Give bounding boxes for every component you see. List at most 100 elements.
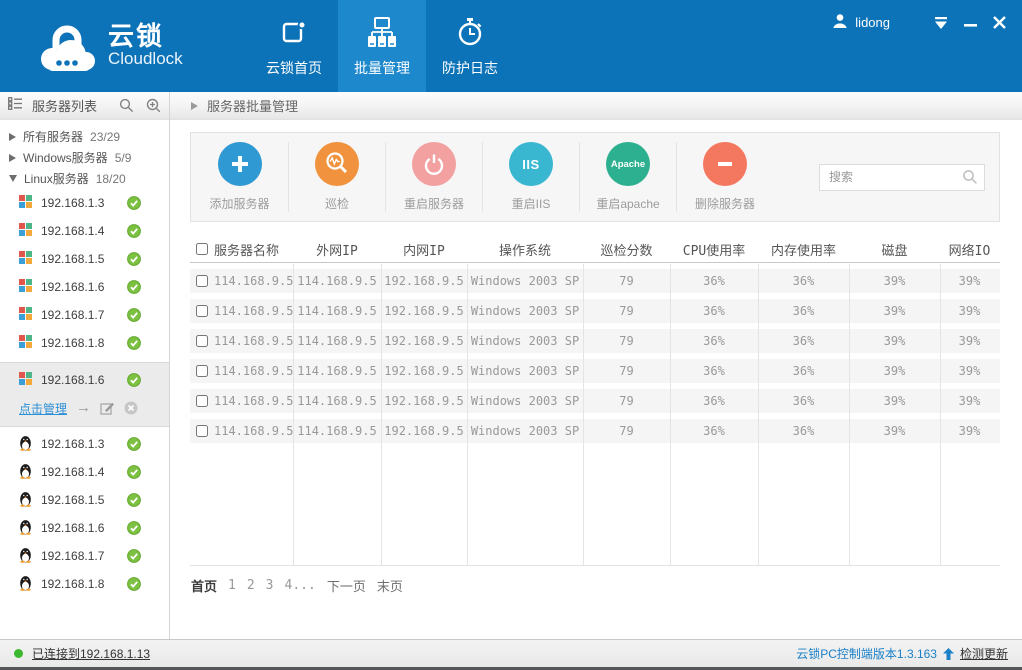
group-count: 18/20 — [96, 172, 126, 186]
server-list-item[interactable]: 192.168.1.7 — [0, 542, 169, 570]
online-check-icon — [127, 224, 141, 238]
server-ip: 192.168.1.4 — [41, 224, 104, 238]
stopwatch-icon — [456, 14, 484, 50]
username: lidong — [855, 15, 890, 30]
brand-title: 云锁 — [108, 23, 183, 49]
restart-iis-button[interactable]: IIS 重启IIS — [482, 142, 579, 212]
server-list-item[interactable]: 192.168.1.8 — [0, 570, 169, 598]
windows-logo-icon — [19, 372, 32, 388]
batch-servers-icon — [366, 14, 398, 50]
server-ip: 192.168.1.6 — [41, 373, 104, 387]
page-number[interactable]: 2 — [247, 578, 255, 593]
update-arrow-icon — [943, 648, 954, 660]
column-header: 网络IO — [940, 240, 999, 259]
linux-tux-icon — [19, 547, 32, 566]
expanded-arrow-icon — [9, 175, 17, 182]
close-button[interactable] — [993, 16, 1006, 29]
check-update-link[interactable]: 检测更新 — [960, 645, 1008, 662]
linux-tux-icon — [19, 575, 32, 594]
tree-group-windows-servers[interactable]: Windows服务器 5/9 — [0, 147, 169, 168]
select-all-checkbox[interactable] — [196, 243, 208, 255]
remove-server-icon[interactable] — [124, 401, 138, 415]
windows-logo-icon — [19, 195, 32, 211]
top-header: 云锁 Cloudlock 云锁首页 — [0, 0, 1022, 92]
tab-batch-label: 批量管理 — [354, 58, 410, 78]
tab-batch-management[interactable]: 批量管理 — [338, 0, 426, 92]
delete-server-button[interactable]: 删除服务器 — [676, 142, 773, 212]
server-list-item-selected[interactable]: 192.168.1.6 — [0, 366, 169, 394]
server-list-item[interactable]: 192.168.1.5 — [0, 486, 169, 514]
page-first-button[interactable]: 首页 — [191, 576, 217, 595]
page-number[interactable]: 4... — [285, 578, 316, 593]
row-checkbox[interactable] — [196, 335, 208, 347]
list-icon — [8, 97, 23, 115]
server-actions-row: 点击管理 → — [0, 394, 169, 422]
online-check-icon — [127, 437, 141, 451]
linux-tux-icon — [19, 463, 32, 482]
windows-logo-icon — [19, 307, 32, 323]
minimize-button[interactable] — [964, 16, 977, 29]
server-ip: 192.168.1.7 — [41, 549, 104, 563]
table-row[interactable]: 114.168.9.5 114.168.9.5 192.168.9.5 Wind… — [190, 359, 1000, 383]
page-title: 服务器批量管理 — [207, 96, 298, 115]
table-row[interactable]: 114.168.9.5 114.168.9.5 192.168.9.5 Wind… — [190, 419, 1000, 443]
table-row[interactable]: 114.168.9.5 114.168.9.5 192.168.9.5 Wind… — [190, 299, 1000, 323]
online-check-icon — [127, 336, 141, 350]
server-list-item[interactable]: 192.168.1.4 — [0, 217, 169, 245]
search-icon[interactable] — [962, 169, 978, 185]
column-header: CPU使用率 — [670, 240, 758, 259]
server-list-item[interactable]: 192.168.1.6 — [0, 514, 169, 542]
user-menu[interactable]: lidong — [832, 13, 890, 32]
app-window: 云锁 Cloudlock 云锁首页 — [0, 0, 1022, 670]
inspect-magnifier-icon — [315, 142, 359, 186]
server-ip: 192.168.1.8 — [41, 336, 104, 350]
server-list-item[interactable]: 192.168.1.4 — [0, 458, 169, 486]
online-check-icon — [127, 280, 141, 294]
search-plus-icon[interactable] — [146, 98, 161, 113]
dropdown-caret-icon[interactable] — [934, 17, 948, 29]
server-ip: 192.168.1.3 — [41, 196, 104, 210]
restart-apache-button[interactable]: Apache 重启apache — [579, 142, 676, 212]
inspect-button[interactable]: 巡检 — [288, 142, 385, 212]
row-checkbox[interactable] — [196, 365, 208, 377]
server-list-item[interactable]: 192.168.1.8 — [0, 329, 169, 357]
page-next-button[interactable]: 下一页 — [327, 576, 366, 595]
server-list-item[interactable]: 192.168.1.3 — [0, 430, 169, 458]
page-number[interactable]: 3 — [266, 578, 274, 593]
server-list-item[interactable]: 192.168.1.7 — [0, 301, 169, 329]
page-number[interactable]: 1 — [228, 578, 236, 593]
restart-server-button[interactable]: 重启服务器 — [385, 142, 482, 212]
server-list-item[interactable]: 192.168.1.6 — [0, 273, 169, 301]
edit-server-icon[interactable] — [100, 401, 115, 415]
iis-icon: IIS — [509, 142, 553, 186]
server-ip: 192.168.1.6 — [41, 280, 104, 294]
row-checkbox[interactable] — [196, 275, 208, 287]
connection-status-link[interactable]: 已连接到192.168.1.13 — [32, 645, 150, 662]
search-icon[interactable] — [119, 98, 134, 113]
manage-link[interactable]: 点击管理 — [19, 400, 67, 417]
row-checkbox[interactable] — [196, 395, 208, 407]
tab-protection-log[interactable]: 防护日志 — [426, 0, 514, 92]
server-list-item[interactable]: 192.168.1.3 — [0, 189, 169, 217]
row-checkbox[interactable] — [196, 305, 208, 317]
power-icon — [412, 142, 456, 186]
add-server-button[interactable]: 添加服务器 — [191, 142, 288, 212]
online-check-icon — [127, 521, 141, 535]
content-area: 服务器列表 所有服务 — [0, 92, 1022, 639]
breadcrumb: 服务器批量管理 — [170, 92, 1022, 120]
server-list-item[interactable]: 192.168.1.5 — [0, 245, 169, 273]
main-panel: 服务器批量管理 添加服务器 — [170, 92, 1022, 639]
table-row[interactable]: 114.168.9.5 114.168.9.5 192.168.9.5 Wind… — [190, 389, 1000, 413]
group-label: 所有服务器 — [23, 128, 83, 145]
page-last-button[interactable]: 末页 — [377, 576, 403, 595]
tab-home[interactable]: 云锁首页 — [250, 0, 338, 92]
server-sidebar: 服务器列表 所有服务 — [0, 92, 170, 639]
search-input[interactable] — [820, 170, 962, 184]
table-row[interactable]: 114.168.9.5 114.168.9.5 192.168.9.5 Wind… — [190, 269, 1000, 293]
main-nav: 云锁首页 批量管理 — [250, 0, 514, 92]
row-checkbox[interactable] — [196, 425, 208, 437]
tree-group-all-servers[interactable]: 所有服务器 23/29 — [0, 126, 169, 147]
tree-group-linux-servers[interactable]: Linux服务器 18/20 — [0, 168, 169, 189]
brand-subtitle: Cloudlock — [108, 49, 183, 69]
table-row[interactable]: 114.168.9.5 114.168.9.5 192.168.9.5 Wind… — [190, 329, 1000, 353]
